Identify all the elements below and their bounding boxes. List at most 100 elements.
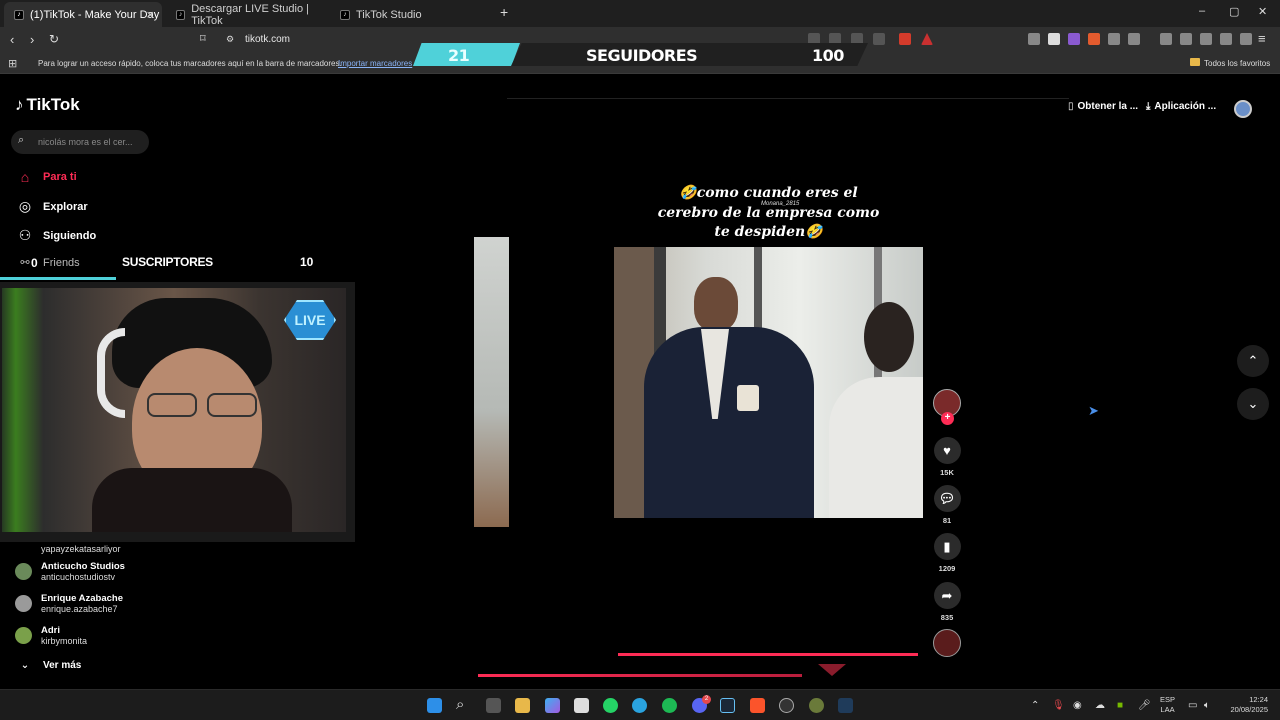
profile-avatar[interactable]: [1234, 100, 1252, 118]
maximize-button[interactable]: ▢: [1229, 5, 1239, 18]
bookmark-icon[interactable]: ⌑: [200, 32, 206, 45]
language-indicator[interactable]: ESP LAA: [1160, 695, 1175, 715]
see-more-button[interactable]: ⌄ Ver más: [16, 660, 82, 671]
get-coins-link[interactable]: ▯ Obtener la ...: [1068, 101, 1138, 112]
tab-tiktok[interactable]: ♪ (1)TikTok - Make Your Day ×: [4, 2, 162, 27]
share-icon[interactable]: [873, 33, 885, 45]
nav-explorar[interactable]: ◎ Explorar: [16, 198, 88, 215]
next-video-thumb: [818, 664, 846, 676]
forward-icon[interactable]: ›: [30, 32, 34, 47]
music-disc-icon[interactable]: [933, 629, 961, 657]
puzzle-icon[interactable]: [1108, 33, 1120, 45]
store-icon[interactable]: [574, 698, 589, 713]
tray-expand-icon[interactable]: ⌃: [1031, 700, 1039, 711]
followers-goal-overlay: 21 SEGUIDORES 100: [413, 43, 868, 66]
tiktok-favicon-icon: ♪: [14, 9, 24, 20]
clock[interactable]: 12:24 20/08/2025: [1224, 695, 1268, 715]
back-icon[interactable]: ‹: [10, 32, 14, 47]
webcam-shirt: [92, 468, 292, 532]
menu-icon[interactable]: ≡: [1258, 31, 1266, 46]
whatsapp-icon[interactable]: [603, 698, 618, 713]
extension-icon[interactable]: [1128, 33, 1140, 45]
search-input[interactable]: nicolás mora es el cer...: [38, 137, 133, 147]
search-box[interactable]: ⌕ nicolás mora es el cer...: [11, 130, 149, 154]
url-field[interactable]: tikotk.com: [245, 34, 290, 45]
save-button[interactable]: ▮ 1209: [933, 533, 961, 573]
onedrive-icon[interactable]: ☁: [1095, 700, 1105, 711]
network-icon[interactable]: ▭: [1188, 700, 1197, 711]
reload-icon[interactable]: ↻: [49, 32, 59, 46]
copilot-icon[interactable]: [545, 698, 560, 713]
nvidia-icon[interactable]: ■: [1117, 700, 1123, 711]
wallet-icon[interactable]: [1200, 33, 1212, 45]
start-icon[interactable]: [427, 698, 442, 713]
subscribers-goal-overlay: 0 SUSCRIPTORES 10: [0, 252, 355, 280]
microphone-icon[interactable]: 🎤︎: [1138, 700, 1151, 711]
new-tab-button[interactable]: +: [500, 4, 508, 20]
comment-button[interactable]: 💬︎ 81: [933, 485, 961, 525]
volume-icon[interactable]: 🔈︎: [1204, 700, 1210, 711]
tiktok-logo[interactable]: ♪ TikTok: [15, 95, 80, 115]
search-icon: ⌕: [18, 134, 25, 146]
search-icon[interactable]: ⌕: [456, 696, 464, 713]
bookmark-icon: ▮: [933, 533, 961, 560]
video-player[interactable]: [614, 247, 923, 518]
like-button[interactable]: ♥ 15K: [933, 437, 961, 477]
video-second-actor-shirt: [829, 377, 923, 518]
followed-account[interactable]: yapayzekatasarliyor: [15, 540, 121, 557]
close-window-button[interactable]: ✕: [1258, 5, 1267, 18]
mic-muted-icon[interactable]: 🎙︎: [1052, 700, 1065, 711]
brave-icon[interactable]: [750, 698, 765, 713]
all-favorites-link[interactable]: Todos los favoritos: [1204, 59, 1270, 68]
heart-icon: ♥: [933, 437, 961, 464]
vpn-icon[interactable]: [1240, 33, 1252, 45]
extension-icon[interactable]: [1068, 33, 1080, 45]
user-follow-icon: ⚇: [18, 227, 32, 243]
previous-video-button[interactable]: ⌃: [1237, 345, 1269, 377]
site-info-icon[interactable]: ⚙: [226, 34, 234, 45]
followed-account[interactable]: Enrique Azabache enrique.azabache7: [15, 593, 123, 614]
subscribers-goal: 10: [300, 255, 314, 269]
task-view-icon[interactable]: [486, 698, 501, 713]
steam-icon[interactable]: [720, 698, 735, 713]
subscribers-count: 0: [31, 256, 38, 270]
sidebar-icon[interactable]: [1180, 33, 1192, 45]
brave-shield-icon[interactable]: [899, 33, 911, 45]
follow-plus-icon[interactable]: +: [941, 412, 954, 425]
get-app-link[interactable]: ⤓ Aplicación ...: [1146, 101, 1216, 112]
followed-account[interactable]: Adri kirbymonita: [15, 625, 87, 646]
share-button[interactable]: ➦ 835: [933, 582, 961, 622]
subscribers-label: SUSCRIPTORES: [122, 255, 213, 269]
leo-ai-icon[interactable]: [1220, 33, 1232, 45]
compass-icon: ◎: [18, 198, 32, 214]
live-studio-icon[interactable]: [838, 698, 853, 713]
steam-tray-icon[interactable]: ◉: [1073, 700, 1082, 711]
avatar: [15, 540, 32, 557]
telegram-icon[interactable]: [632, 698, 647, 713]
tab-label: TikTok Studio: [356, 8, 422, 21]
chevron-down-icon: ⌄: [1247, 396, 1259, 411]
file-explorer-icon[interactable]: [515, 698, 530, 713]
extension-icon[interactable]: [1088, 33, 1100, 45]
spotify-icon[interactable]: [662, 698, 677, 713]
minimize-button[interactable]: –: [1199, 5, 1205, 17]
import-bookmarks-link[interactable]: Importar marcadores: [338, 59, 412, 68]
obs-icon[interactable]: [779, 698, 794, 713]
app-icon[interactable]: [809, 698, 824, 713]
share-arrow-icon: ➦: [933, 582, 961, 609]
music-icon[interactable]: [1160, 33, 1172, 45]
followed-account[interactable]: Anticucho Studios anticuchostudiostv: [15, 561, 125, 582]
extension-icon[interactable]: [1028, 33, 1040, 45]
tab-live-studio[interactable]: ♪ Descargar LIVE Studio | TikTok: [166, 2, 328, 27]
close-tab-icon[interactable]: ×: [146, 7, 154, 22]
extension-m-icon[interactable]: [1048, 33, 1060, 45]
header-divider: [507, 98, 1069, 99]
nav-siguiendo[interactable]: ⚇ Siguiendo: [16, 227, 96, 244]
next-video-progress: [478, 674, 802, 677]
nav-para-ti[interactable]: ⌂ Para ti: [16, 169, 77, 185]
apps-grid-icon[interactable]: ⊞: [8, 57, 17, 70]
coin-icon: ▯: [1068, 101, 1074, 112]
video-progress-bar[interactable]: [618, 653, 918, 656]
tab-tiktok-studio[interactable]: ♪ TikTok Studio: [330, 2, 490, 27]
next-video-button[interactable]: ⌄: [1237, 388, 1269, 420]
